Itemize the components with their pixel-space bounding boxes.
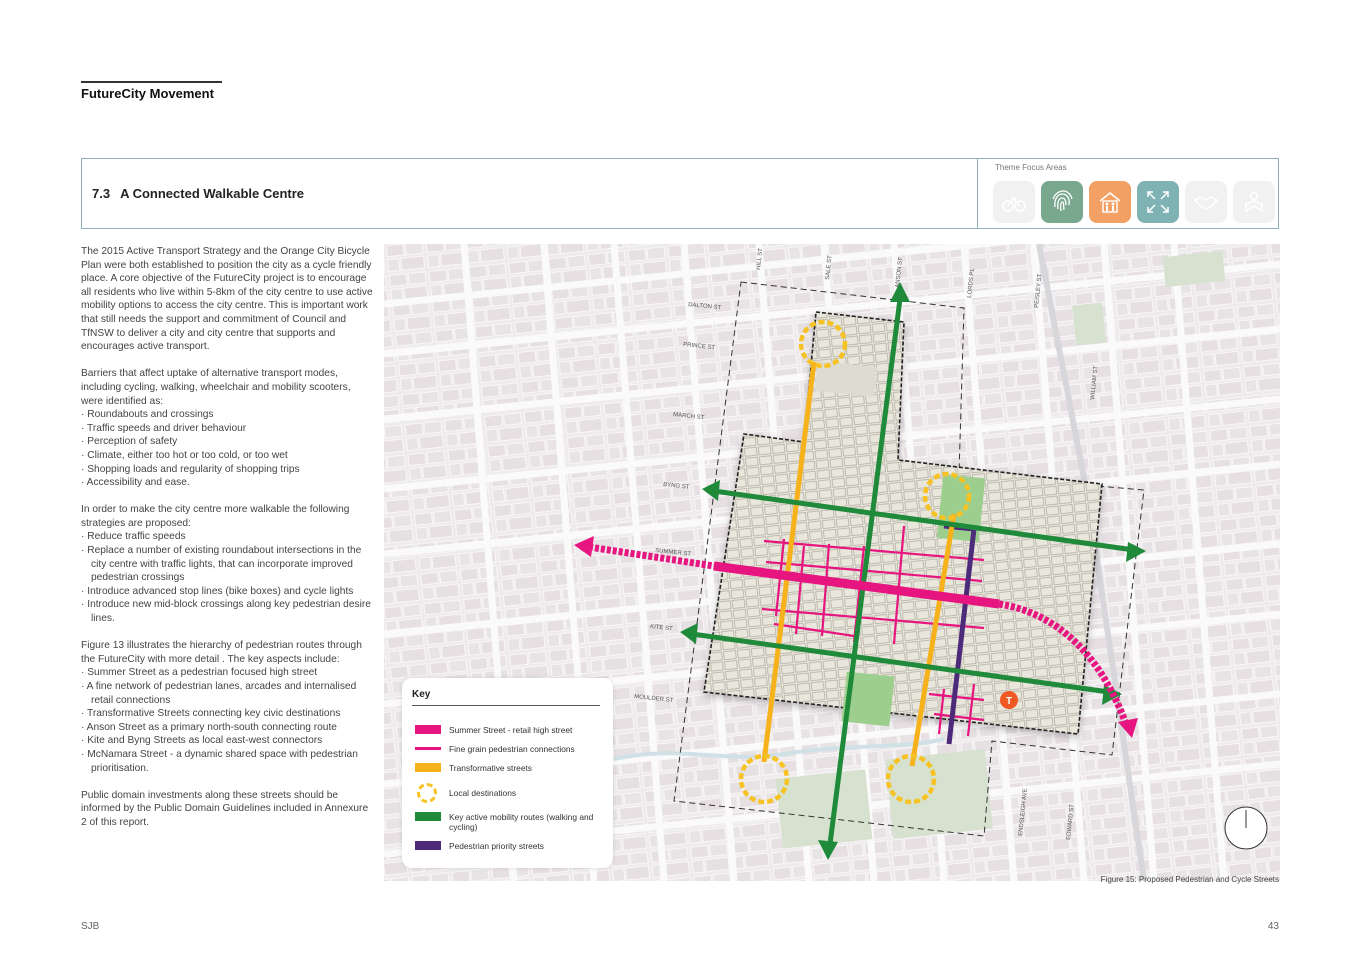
list-item: Kite and Byng Streets as local east-west… xyxy=(81,734,373,748)
person-reading-icon xyxy=(1233,181,1275,223)
train-station-label: T xyxy=(1006,696,1012,707)
legend-swatch-summer xyxy=(415,725,441,734)
section-heading: 7.3 A Connected Walkable Centre xyxy=(92,186,304,201)
legend-swatch-pedestrian-priority xyxy=(415,841,441,850)
list-item: Roundabouts and crossings xyxy=(81,408,373,422)
list-item: A fine network of pedestrian lanes, arca… xyxy=(81,680,373,707)
legend-label: Local destinations xyxy=(449,788,517,798)
footer-publisher: SJB xyxy=(81,921,100,932)
list-item: Accessibility and ease. xyxy=(81,476,373,490)
intro-paragraph: The 2015 Active Transport Strategy and t… xyxy=(81,246,373,353)
section-title: A Connected Walkable Centre xyxy=(120,186,305,201)
aspects-list: Summer Street as a pedestrian focused hi… xyxy=(81,666,373,775)
list-item: Summer Street as a pedestrian focused hi… xyxy=(81,666,373,680)
aspects-intro: Figure 13 illustrates the hierarchy of p… xyxy=(81,640,362,665)
document-title: FutureCity Movement xyxy=(81,86,214,101)
list-item: Reduce traffic speeds xyxy=(81,530,373,544)
north-arrow-icon xyxy=(1224,806,1268,850)
barriers-list: Roundabouts and crossings Traffic speeds… xyxy=(81,408,373,490)
section-divider xyxy=(977,158,978,229)
header-rule xyxy=(81,81,222,83)
page-number: 43 xyxy=(1267,921,1279,932)
handshake-icon xyxy=(1185,181,1227,223)
legend-label: Key active mobility routes (walking and … xyxy=(449,812,594,832)
list-item: Shopping loads and regularity of shoppin… xyxy=(81,463,373,477)
bicycle-icon xyxy=(993,181,1035,223)
legend-label: Transformative streets xyxy=(449,763,532,773)
section-number: 7.3 xyxy=(92,186,111,201)
barriers-intro: Barriers that affect uptake of alternati… xyxy=(81,368,351,407)
list-item: Traffic speeds and driver behaviour xyxy=(81,422,373,436)
legend-rule xyxy=(412,705,600,706)
theme-focus-label: Theme Focus Areas xyxy=(995,163,1067,172)
closing-paragraph: Public domain investments along these st… xyxy=(81,789,369,828)
list-item: Transformative Streets connecting key ci… xyxy=(81,707,373,721)
legend-title: Key xyxy=(412,689,431,700)
legend-swatch-transformative xyxy=(415,763,441,772)
list-item: Replace a number of existing roundabout … xyxy=(81,544,373,585)
legend-label: Fine grain pedestrian connections xyxy=(449,744,575,754)
map-legend: Key Summer Street - retail high street F… xyxy=(402,678,613,868)
strategies-intro: In order to make the city centre more wa… xyxy=(81,504,350,529)
list-item: Perception of safety xyxy=(81,435,373,449)
fingerprint-icon xyxy=(1041,181,1083,223)
list-item: McNamara Street - a dynamic shared space… xyxy=(81,748,373,775)
list-item: Anson Street as a primary north-south co… xyxy=(81,721,373,735)
legend-label: Pedestrian priority streets xyxy=(449,841,544,851)
legend-label: Summer Street - retail high street xyxy=(449,725,573,735)
list-item: Introduce advanced stop lines (bike boxe… xyxy=(81,585,373,599)
legend-swatch-fine-grain xyxy=(415,747,441,750)
expand-arrows-icon xyxy=(1137,181,1179,223)
theme-icons xyxy=(993,181,1275,223)
legend-swatch-destinations xyxy=(417,783,437,803)
legend-swatch-active-mobility xyxy=(415,812,441,821)
family-house-icon xyxy=(1089,181,1131,223)
strategies-list: Reduce traffic speeds Replace a number o… xyxy=(81,530,373,625)
list-item: Introduce new mid-block crossings along … xyxy=(81,598,373,625)
figure-caption: Figure 15: Proposed Pedestrian and Cycle… xyxy=(1100,875,1279,884)
body-text: The 2015 Active Transport Strategy and t… xyxy=(81,245,373,843)
list-item: Climate, either too hot or too cold, or … xyxy=(81,449,373,463)
